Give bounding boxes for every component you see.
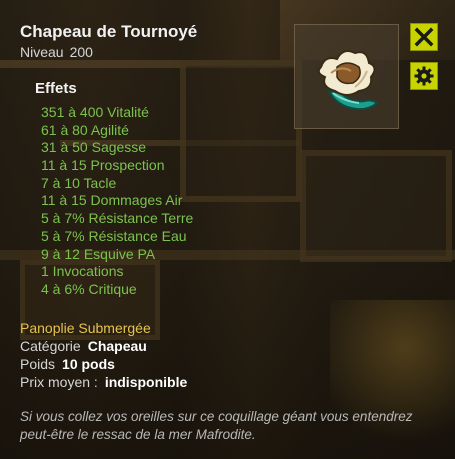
level-label: Niveau — [20, 44, 64, 60]
price-label: Prix moyen : — [20, 374, 98, 390]
close-button[interactable] — [410, 23, 438, 51]
level-value: 200 — [69, 44, 93, 60]
effect-line: 9 à 12 Esquive PA — [41, 245, 156, 262]
settings-button[interactable] — [410, 62, 438, 90]
category-value: Chapeau — [87, 338, 147, 354]
item-title: Chapeau de Tournoyé — [20, 22, 198, 41]
effect-line: 5 à 7% Résistance Eau — [41, 227, 187, 244]
effect-line: 31 à 50 Sagesse — [41, 139, 147, 156]
effects-heading: Effets — [35, 80, 77, 97]
item-image-frame — [294, 24, 399, 129]
weight-label: Poids — [20, 356, 56, 372]
effect-line: 1 Invocations — [41, 263, 124, 280]
weight-row: Poids 10 pods — [20, 356, 115, 372]
background-window — [300, 150, 452, 262]
item-description: Si vous collez vos oreilles sur ce coqui… — [20, 409, 413, 442]
close-icon — [414, 27, 434, 47]
gear-icon — [414, 66, 434, 86]
hat-icon — [317, 50, 379, 111]
item-level: Niveau 200 — [20, 44, 99, 60]
weight-value: 10 pods — [62, 356, 115, 372]
effect-line: 11 à 15 Prospection — [41, 157, 165, 174]
effect-line: 7 à 10 Tacle — [41, 174, 117, 191]
category-label: Catégorie — [20, 338, 81, 354]
item-set-link[interactable]: Panoplie Submergée — [20, 320, 151, 336]
effect-line: 5 à 7% Résistance Terre — [41, 210, 194, 227]
effect-line: 61 à 80 Agilité — [41, 121, 129, 138]
price-value: indisponible — [104, 374, 188, 390]
category-row: Catégorie Chapeau — [20, 338, 147, 354]
item-tooltip: Chapeau de Tournoyé Niveau 200 Effets 35… — [0, 0, 455, 459]
effects-list: 351 à 400 Vitalité 61 à 80 Agilité 31 à … — [41, 104, 193, 299]
effect-line: 4 à 6% Critique — [41, 280, 137, 297]
effect-line: 11 à 15 Dommages Air — [41, 192, 183, 209]
effect-line: 351 à 400 Vitalité — [41, 104, 149, 120]
price-row: Prix moyen : indisponible — [20, 374, 187, 390]
background-window — [180, 60, 302, 202]
